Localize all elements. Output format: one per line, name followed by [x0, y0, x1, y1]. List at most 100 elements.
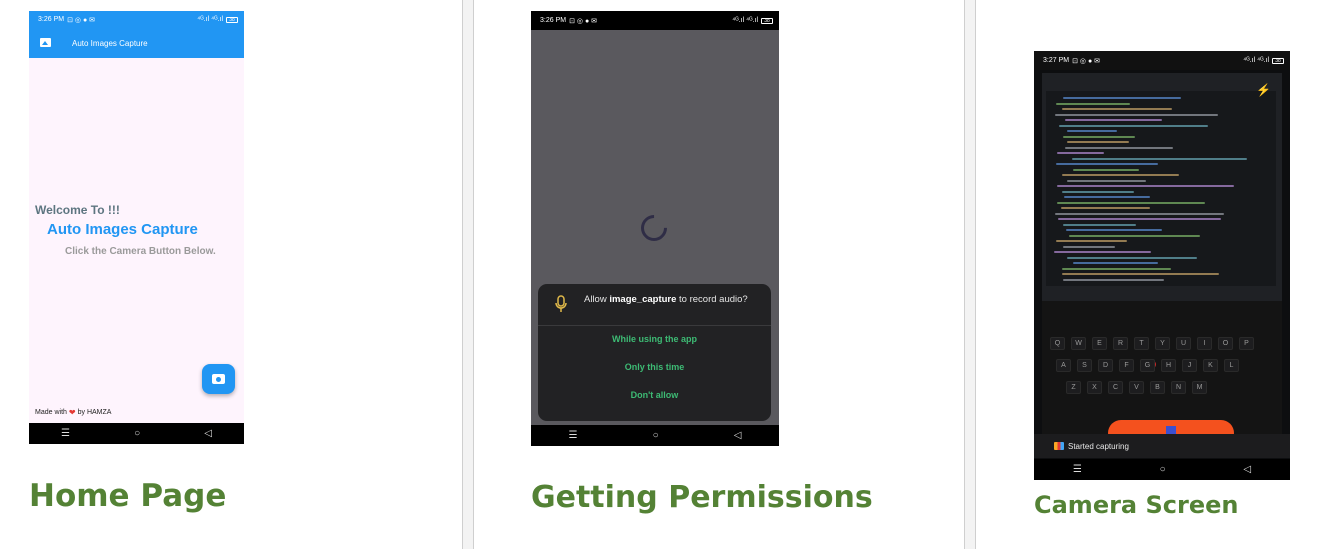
- column-divider: [964, 0, 976, 549]
- back-button[interactable]: ◁: [1243, 464, 1251, 475]
- code-line: [1056, 102, 1130, 105]
- permissions-caption: Getting Permissions: [531, 480, 873, 515]
- permission-dialog: Allow image_capture to record audio? Whi…: [538, 284, 771, 421]
- keyboard-key: I: [1197, 337, 1212, 350]
- recents-button[interactable]: ☰: [61, 428, 70, 439]
- status-bar: 3:26 PM ⊡ ◎ ● ✉ ⁴ᴳ.ıl ⁴ᴳ.ıl 38: [29, 11, 244, 28]
- battery-icon: 38: [1272, 57, 1284, 64]
- home-page-caption: Home Page: [29, 478, 227, 514]
- footer-text-pre: Made with: [35, 409, 67, 416]
- toast-text: Started capturing: [1068, 441, 1129, 451]
- camera-icon: [212, 374, 225, 384]
- code-line: [1061, 207, 1150, 209]
- back-button[interactable]: ◁: [204, 428, 212, 439]
- keyboard-key: E: [1092, 337, 1107, 350]
- status-bar: 3:27 PM ⊡ ◎ ● ✉ ⁴ᴳ.ıl ⁴ᴳ.ıl 38: [1034, 51, 1290, 70]
- notification-icons: ⊡ ◎ ● ✉: [569, 17, 597, 25]
- code-line: [1064, 196, 1150, 198]
- code-line: [1065, 146, 1173, 149]
- while-using-app-button[interactable]: While using the app: [538, 334, 771, 344]
- code-line: [1056, 163, 1158, 165]
- code-line: [1056, 240, 1127, 242]
- keyboard-key: S: [1077, 359, 1092, 372]
- only-this-time-button[interactable]: Only this time: [538, 362, 771, 372]
- keyboard-key: N: [1171, 381, 1186, 394]
- flash-off-icon[interactable]: ⚡: [1256, 83, 1271, 97]
- code-line: [1063, 245, 1115, 248]
- code-line: [1063, 97, 1181, 99]
- app-bar-title: Auto Images Capture: [72, 39, 148, 48]
- keyboard-key: Z: [1066, 381, 1081, 394]
- code-line: [1059, 124, 1208, 127]
- signal-icons: ⁴ᴳ.ıl ⁴ᴳ.ıl: [197, 16, 223, 23]
- code-line: [1073, 262, 1158, 264]
- code-line: [1067, 256, 1197, 259]
- keyboard-key: W: [1071, 337, 1086, 350]
- code-line: [1073, 168, 1139, 171]
- camera-button[interactable]: [202, 364, 235, 394]
- app-icon: [1054, 442, 1064, 450]
- code-line: [1067, 130, 1117, 132]
- keyboard-key: H: [1161, 359, 1176, 372]
- welcome-text: Welcome To !!!: [35, 203, 120, 217]
- code-line: [1057, 185, 1234, 187]
- permissions-phone-screenshot: 3:26 PM ⊡ ◎ ● ✉ ⁴ᴳ.ıl ⁴ᴳ.ıl 38 Allow image…: [531, 11, 779, 446]
- code-line: [1067, 179, 1146, 182]
- battery-icon: 38: [761, 17, 773, 24]
- recents-button[interactable]: ☰: [569, 430, 578, 441]
- recents-button[interactable]: ☰: [1073, 464, 1082, 475]
- permission-prompt: Allow image_capture to record audio?: [584, 294, 764, 305]
- keyboard-key: L: [1224, 359, 1239, 372]
- keyboard-key: A: [1056, 359, 1071, 372]
- code-line: [1072, 157, 1247, 160]
- code-line: [1058, 218, 1221, 220]
- slide-canvas: 3:26 PM ⊡ ◎ ● ✉ ⁴ᴳ.ıl ⁴ᴳ.ıl 38 Auto Images…: [0, 0, 1325, 549]
- keyboard-key: K: [1203, 359, 1218, 372]
- status-time: 3:26 PM: [540, 17, 567, 24]
- keyboard-key: P: [1239, 337, 1254, 350]
- system-nav-bar: ☰ ○ ◁: [1034, 459, 1290, 480]
- code-line: [1062, 267, 1171, 270]
- camera-preview-monitor: [1042, 73, 1282, 301]
- code-line: [1063, 223, 1136, 226]
- keyboard-key: G: [1140, 359, 1155, 372]
- code-line: [1057, 201, 1205, 204]
- keyboard-key: T: [1134, 337, 1149, 350]
- camera-phone-screenshot: 3:27 PM ⊡ ◎ ● ✉ ⁴ᴳ.ıl ⁴ᴳ.ıl 38 ⚡ QWERTYUIO…: [1034, 51, 1290, 480]
- keyboard-key: M: [1192, 381, 1207, 394]
- dont-allow-button[interactable]: Don't allow: [538, 390, 771, 400]
- back-button[interactable]: ◁: [734, 430, 742, 441]
- code-line: [1055, 113, 1218, 116]
- keyboard-key: C: [1108, 381, 1123, 394]
- app-bar: 3:26 PM ⊡ ◎ ● ✉ ⁴ᴳ.ıl ⁴ᴳ.ıl 38 Auto Images…: [29, 11, 244, 58]
- code-line: [1067, 141, 1129, 143]
- image-icon: [40, 38, 51, 47]
- column-divider: [462, 0, 474, 549]
- status-time: 3:26 PM: [38, 16, 65, 23]
- prompt-app-name: image_capture: [609, 294, 677, 305]
- keyboard-key: R: [1113, 337, 1128, 350]
- keyboard-key: U: [1176, 337, 1191, 350]
- prompt-prefix: Allow: [584, 294, 607, 305]
- code-line: [1062, 190, 1134, 193]
- home-button[interactable]: ○: [1160, 464, 1166, 475]
- keyboard-key: V: [1129, 381, 1144, 394]
- keyboard-key: Y: [1155, 337, 1170, 350]
- home-phone-screenshot: 3:26 PM ⊡ ◎ ● ✉ ⁴ᴳ.ıl ⁴ᴳ.ıl 38 Auto Images…: [29, 11, 244, 444]
- code-editor-photo: [1046, 91, 1276, 286]
- status-bar: 3:26 PM ⊡ ◎ ● ✉ ⁴ᴳ.ıl ⁴ᴳ.ıl 38: [531, 11, 779, 30]
- system-nav-bar: ☰ ○ ◁: [29, 423, 244, 444]
- system-nav-bar: ☰ ○ ◁: [531, 425, 779, 446]
- home-button[interactable]: ○: [653, 430, 659, 441]
- home-button[interactable]: ○: [134, 428, 140, 439]
- code-line: [1066, 229, 1162, 231]
- code-line: [1065, 119, 1162, 121]
- footer-credit: Made with ❤ by HAMZA: [35, 408, 111, 417]
- dialog-divider: [538, 325, 771, 326]
- code-line: [1062, 108, 1172, 110]
- signal-icons: ⁴ᴳ.ıl ⁴ᴳ.ıl: [732, 17, 758, 24]
- prompt-suffix: to record audio?: [679, 294, 748, 305]
- camera-screen-caption: Camera Screen: [1034, 491, 1239, 519]
- app-name-heading: Auto Images Capture: [47, 221, 198, 238]
- keyboard-key: Q: [1050, 337, 1065, 350]
